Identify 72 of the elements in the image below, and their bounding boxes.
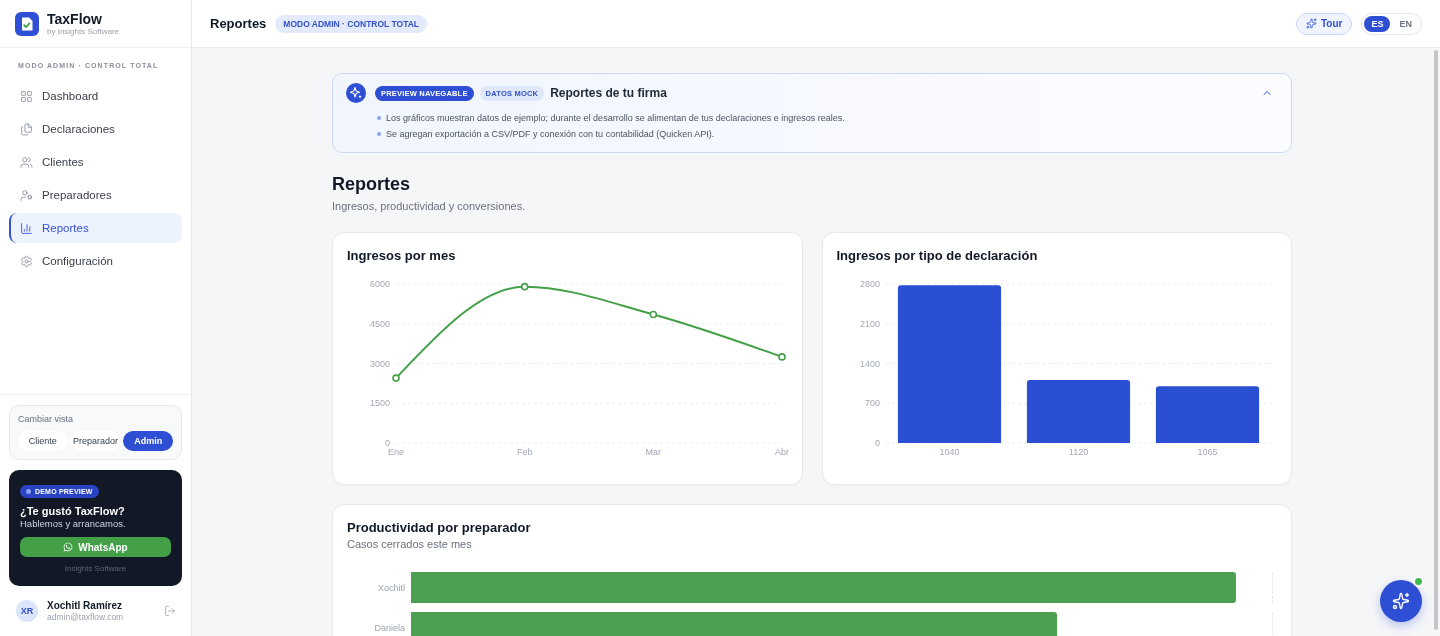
- nav-item[interactable]: Reportes: [9, 213, 182, 243]
- view-option[interactable]: Admin: [123, 431, 173, 451]
- banner-title: Reportes de tu firma: [550, 86, 667, 100]
- y-axis-label: 0: [874, 438, 880, 448]
- nav-item[interactable]: Configuración: [9, 246, 182, 276]
- y-axis-label: 700: [864, 398, 880, 409]
- y-axis-label: 2100: [859, 318, 880, 329]
- y-axis-label: 3000: [369, 358, 390, 369]
- x-axis-label: Abr: [775, 447, 789, 457]
- view-option[interactable]: Cliente: [18, 431, 68, 451]
- promo-footer: Insights Software: [20, 564, 171, 574]
- assistant-button[interactable]: [1380, 580, 1422, 622]
- data-point: [778, 353, 786, 361]
- x-axis-label: Mar: [645, 447, 662, 457]
- nav-item[interactable]: Declaraciones: [9, 114, 182, 144]
- scrollbar-thumb[interactable]: [1434, 50, 1438, 630]
- nav-item[interactable]: Preparadores: [9, 180, 182, 210]
- brand-tagline: by Insights Software: [47, 26, 120, 37]
- y-axis-label: 2800: [859, 279, 880, 289]
- sparkles-icon: [1392, 592, 1410, 610]
- view-option[interactable]: Preparador: [70, 431, 121, 451]
- sparkles-icon: [1306, 18, 1317, 29]
- x-axis-label: 1040: [939, 447, 959, 457]
- y-axis-label: 1400: [859, 358, 880, 369]
- logout-icon[interactable]: [164, 605, 176, 617]
- promo-text: Hablemos y arrancamos.: [20, 518, 127, 530]
- chat-bubble-icon: [63, 542, 74, 552]
- x-axis-label: Feb: [516, 447, 533, 457]
- y-axis-label: 1500: [369, 398, 390, 409]
- x-axis-label: Ene: [388, 447, 404, 457]
- y-axis-label: Daniela: [373, 622, 405, 633]
- mode-badge: MODO ADMIN · CONTROL TOTAL: [275, 14, 428, 33]
- dot-icon: [26, 489, 31, 494]
- sparkles-icon: [346, 83, 366, 103]
- chart-subtitle: Casos cerrados este mes: [347, 537, 473, 551]
- data-point: [520, 282, 529, 291]
- x-axis-label: 1120: [1068, 447, 1088, 457]
- y-axis-label: Xochitl: [377, 582, 405, 593]
- brand-name: TaxFlow: [47, 10, 103, 27]
- users-icon: [20, 155, 33, 169]
- grid-icon: [20, 89, 33, 103]
- tour-button[interactable]: Tour: [1296, 12, 1353, 35]
- language-option[interactable]: ES: [1364, 15, 1391, 32]
- banner-note: Los gráficos muestran datos de ejemplo; durante el desarrollo se alimentan de tus declaraciones e ingresos reales.: [386, 112, 845, 125]
- nav-item[interactable]: Clientes: [9, 147, 182, 177]
- nav-item[interactable]: Dashboard: [9, 81, 182, 111]
- view-switcher-label: Cambiar vista: [18, 413, 74, 425]
- settings-icon: [20, 254, 33, 268]
- user-name: Xochitl Ramírez: [47, 599, 124, 612]
- banner-note: Se agregan exportación a CSV/PDF y conexión con tu contabilidad (Quicken API).: [386, 128, 715, 141]
- language-option[interactable]: EN: [1392, 15, 1419, 32]
- data-point: [392, 374, 400, 382]
- page-title: Reportes: [332, 173, 412, 195]
- x-axis-label: 1065: [1197, 447, 1217, 457]
- y-axis-label: 0: [385, 438, 390, 448]
- promo-title: ¿Te gustó TaxFlow?: [20, 504, 126, 518]
- user-gear-icon: [20, 188, 33, 202]
- user-email: admin@taxflow.com: [47, 611, 125, 623]
- documents-icon: [20, 122, 33, 136]
- bullet-icon: [377, 132, 381, 136]
- document-check-icon: [15, 11, 39, 36]
- header-title: Reportes: [210, 16, 267, 31]
- data-point: [649, 310, 658, 319]
- page-subtitle: Ingresos, productividad y conversiones.: [332, 199, 527, 213]
- bullet-icon: [377, 116, 381, 120]
- chart-title: Ingresos por tipo de declaración: [836, 248, 1039, 264]
- avatar: XR: [16, 600, 38, 622]
- y-axis-label: 4500: [369, 318, 390, 329]
- y-axis-label: 6000: [369, 279, 390, 289]
- chart-title: Productividad por preparador: [347, 520, 532, 536]
- chart-title: Ingresos por mes: [347, 248, 457, 264]
- bar-chart-icon: [20, 221, 33, 235]
